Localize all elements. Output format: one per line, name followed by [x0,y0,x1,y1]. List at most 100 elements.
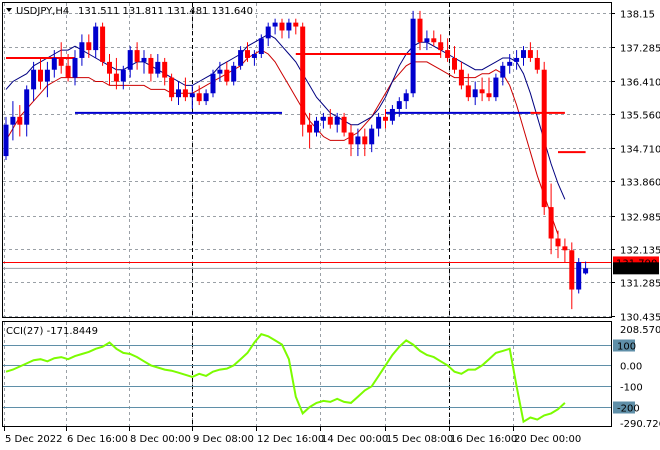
candle-body [251,54,257,58]
candle-body [100,26,106,62]
candle-body [272,22,278,27]
candle[interactable] [576,258,582,294]
candle-body [58,57,64,66]
candle-body [472,89,478,98]
candle-body [493,77,499,98]
candle-body [245,50,250,58]
candle-body [396,101,402,109]
candle-body [107,61,112,74]
candle-body [369,128,375,145]
candle-body [410,18,416,94]
candle-body [389,108,395,121]
candle-body [548,207,554,239]
candle-body [141,57,147,62]
candle[interactable] [493,73,499,102]
candle-body [514,57,520,62]
cci-level-label: 100 [617,342,636,353]
price-tick-label: 135.560 [620,111,660,122]
candle-body [458,69,464,86]
candle-body [217,69,223,74]
candle[interactable] [210,69,216,98]
candle-body [569,250,575,290]
candle[interactable] [541,61,547,215]
candle-body [17,116,23,125]
chart-canvas[interactable]: 138.15 137.285 136.410 135.560 134.710 133.86… [0,0,660,450]
candle-body [148,57,154,74]
price-tick-label: 136.410 [620,78,660,89]
candle-body [583,268,589,274]
candle-body [176,89,181,98]
candle-body [44,69,50,82]
candle-body [500,65,506,78]
candle-body [72,57,78,78]
candle-body [314,120,319,133]
time-tick-label: 5 Dec 2022 [5,434,63,445]
candle-body [521,50,526,58]
cci-scale-bottom: -290.7262 [620,419,660,430]
price-tick-label: 131.285 [620,279,660,290]
trading-chart[interactable]: 138.15 137.285 136.410 135.560 134.710 133.86… [0,0,660,450]
candle-body [431,38,437,43]
candle[interactable] [169,73,175,102]
candle-body [162,61,168,78]
time-tick-label: 14 Dec 00:00 [321,434,388,445]
candle-body [169,77,175,98]
candle-body [86,42,92,51]
time-tick-label: 9 Dec 08:00 [193,434,254,445]
price-marker-label: 131.640 [616,264,657,275]
cci-level-label: -100 [620,383,643,394]
time-tick-label: 6 Dec 16:00 [67,434,128,445]
candle-body [279,22,285,31]
candle-body [38,69,43,82]
candle-body [224,69,230,82]
candle-body [527,50,533,58]
price-tick-label: 133.860 [620,178,660,189]
candle-body [31,69,37,90]
candle-body [182,89,188,98]
candle-body [348,132,354,145]
candle-body [93,26,99,51]
candle[interactable] [410,10,416,98]
candle-body [3,124,9,157]
candle-body [300,26,306,125]
candle-body [231,65,237,82]
candle-body [10,116,16,125]
price-tick-label: 134.710 [620,145,660,156]
cci-label: CCI(27) -171.8449 [6,326,98,337]
candle-body [120,69,126,82]
candle-body [486,93,492,98]
candle-body [376,116,382,129]
price-tick-label: 132.985 [620,213,660,224]
candle-body [134,50,140,62]
candle-body [65,65,71,78]
time-tick-label: 12 Dec 16:00 [257,434,324,445]
ohlc-values: 131.511 131.811 131.481 131.640 [78,6,253,17]
candle-body [189,93,195,98]
candle-body [452,57,457,70]
candle-body [383,116,388,121]
candle-body [479,89,485,94]
candle-body [127,50,133,70]
time-tick-label: 16 Dec 16:00 [450,434,517,445]
candle-body [534,57,540,70]
candle-body [155,61,161,74]
candle-body [51,57,57,70]
candle-body [210,73,216,94]
candle-body [334,116,340,125]
candle-body [113,73,119,82]
candle-body [465,85,471,98]
candle-body [424,38,430,43]
price-tick-label: 130.435 [620,313,660,324]
candle-body [327,116,333,125]
candle-body [238,50,244,66]
candle-body [293,22,299,27]
time-tick-label: 8 Dec 00:00 [130,434,191,445]
candle[interactable] [300,22,306,137]
candle-body [307,124,313,133]
cci-level-label: -200 [617,404,640,415]
candle-body [286,22,292,31]
cci-level-label: 0.00 [620,362,642,373]
candle[interactable] [100,22,106,66]
cci-scale-top: 208.5703 [620,325,660,336]
candle-body [417,18,423,43]
